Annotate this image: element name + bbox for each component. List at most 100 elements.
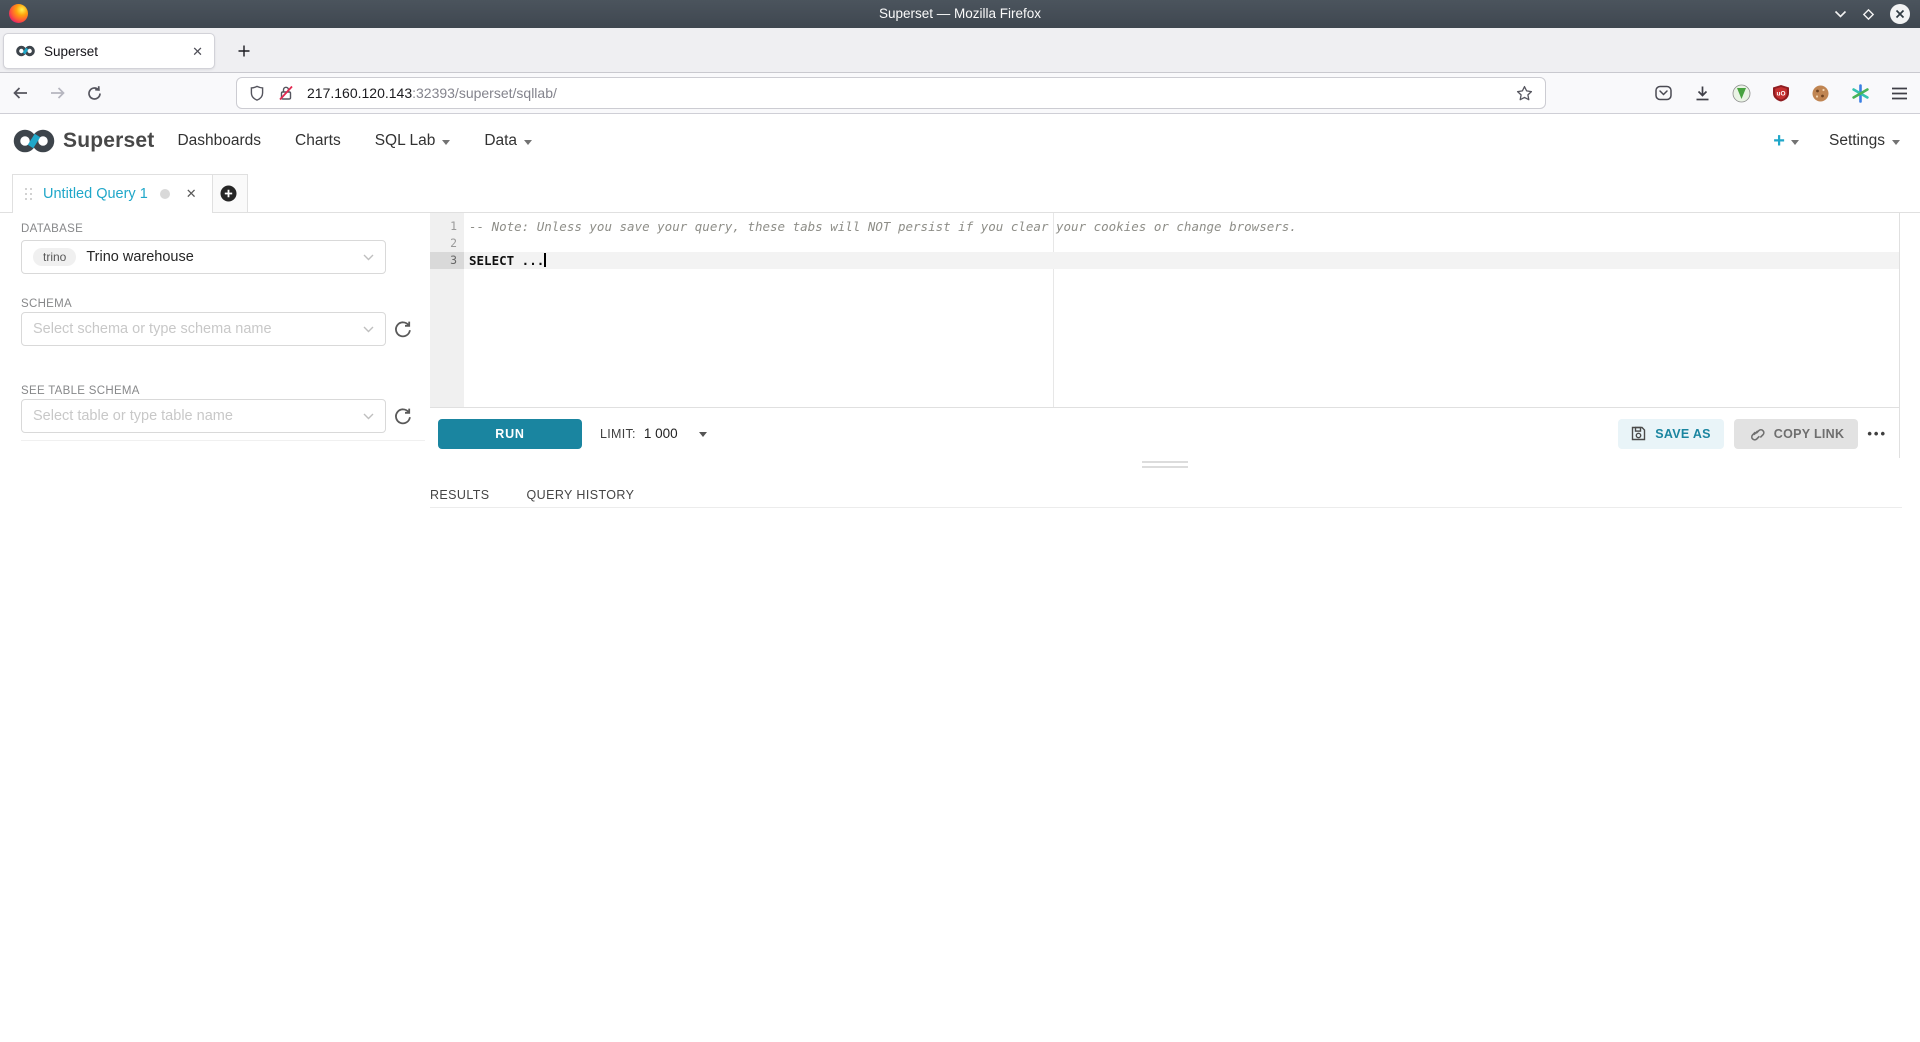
browser-tab-superset[interactable]: Superset ✕ xyxy=(3,33,215,69)
tab-results[interactable]: RESULTS xyxy=(430,488,490,507)
more-options-button[interactable]: ••• xyxy=(1867,426,1887,441)
url-text[interactable]: 217.160.120.143:32393/superset/sqllab/ xyxy=(307,85,1516,101)
save-icon xyxy=(1631,426,1646,441)
table-schema-label: SEE TABLE SCHEMA xyxy=(21,385,140,397)
query-tab-close-icon[interactable]: ✕ xyxy=(186,186,197,202)
sql-code-rest: ... xyxy=(514,253,544,268)
schema-label: SCHEMA xyxy=(21,298,72,310)
shield-icon[interactable] xyxy=(249,85,265,101)
window-titlebar: Superset — Mozilla Firefox xyxy=(0,0,1920,28)
line-number: 1 xyxy=(430,218,464,235)
table-select[interactable]: Select table or type table name xyxy=(21,399,386,433)
tab-close-icon[interactable]: ✕ xyxy=(192,45,203,58)
link-icon xyxy=(1748,425,1765,442)
limit-label: LIMIT: xyxy=(600,427,636,441)
editor-code[interactable]: -- Note: Unless you save your query, the… xyxy=(464,218,1899,269)
save-as-button[interactable]: SAVE AS xyxy=(1618,419,1724,449)
drag-handle-icon[interactable] xyxy=(25,188,33,201)
forward-icon[interactable] xyxy=(49,85,66,101)
nav-item-label: Data xyxy=(484,132,517,150)
url-bar[interactable]: 217.160.120.143:32393/superset/sqllab/ xyxy=(236,77,1546,109)
superset-logo-icon xyxy=(12,128,56,154)
settings-menu-button[interactable]: Settings xyxy=(1829,132,1900,150)
copy-link-label: COPY LINK xyxy=(1774,427,1845,441)
caret-down-icon xyxy=(1791,140,1799,145)
browser-toolbar: 217.160.120.143:32393/superset/sqllab/ xyxy=(0,73,1920,114)
extension-colorful-asterisk-icon[interactable] xyxy=(1851,84,1870,103)
nav-item-label: Dashboards xyxy=(177,132,261,150)
line-number: 2 xyxy=(430,235,464,252)
svg-text:uO: uO xyxy=(1776,91,1785,98)
back-icon[interactable] xyxy=(12,85,29,101)
download-icon[interactable] xyxy=(1694,85,1711,102)
pane-resizer-handle[interactable] xyxy=(430,461,1900,468)
sql-active-line: SELECT ... xyxy=(464,252,1899,269)
close-icon[interactable] xyxy=(1890,4,1910,24)
brand-title: Superset xyxy=(63,129,154,153)
caret-down-icon xyxy=(699,432,707,437)
plus-icon: + xyxy=(1773,131,1785,151)
south-pane-tabs: RESULTS QUERY HISTORY xyxy=(430,478,1902,508)
superset-nav-right: + Settings xyxy=(1773,114,1900,168)
superset-favicon-icon xyxy=(15,45,36,57)
nav-item-sql-lab[interactable]: SQL Lab xyxy=(358,114,468,168)
sql-blank-line xyxy=(464,235,1899,252)
insecure-lock-icon[interactable] xyxy=(278,85,294,101)
nav-item-charts[interactable]: Charts xyxy=(278,114,358,168)
add-circle-icon xyxy=(220,185,237,202)
superset-brand[interactable]: Superset xyxy=(12,128,154,154)
limit-value: 1 000 xyxy=(644,426,678,441)
chevron-down-icon xyxy=(363,326,374,333)
superset-navbar: Superset Dashboards Charts SQL Lab Data … xyxy=(0,114,1920,168)
pocket-icon[interactable] xyxy=(1654,84,1673,102)
unsaved-dot-icon xyxy=(160,189,170,199)
copy-link-button[interactable]: COPY LINK xyxy=(1734,419,1859,449)
schema-select[interactable]: Select schema or type schema name xyxy=(21,312,386,346)
settings-label: Settings xyxy=(1829,132,1885,150)
schema-placeholder: Select schema or type schema name xyxy=(33,321,272,337)
query-tabstrip: Untitled Query 1 ✕ xyxy=(0,168,1920,213)
sidebar-divider xyxy=(21,440,425,441)
sql-editor[interactable]: 1 2 3 -- Note: Unless you save your quer… xyxy=(430,213,1899,408)
refresh-table-icon[interactable] xyxy=(393,406,413,426)
chevron-down-icon xyxy=(363,413,374,420)
limit-dropdown[interactable]: LIMIT: 1 000 xyxy=(600,426,707,441)
caret-down-icon xyxy=(1892,140,1900,145)
add-query-tab-button[interactable] xyxy=(208,174,248,212)
window-title: Superset — Mozilla Firefox xyxy=(0,0,1920,28)
reload-icon[interactable] xyxy=(86,85,103,102)
menu-icon[interactable] xyxy=(1891,87,1908,100)
new-tab-button[interactable] xyxy=(233,40,255,62)
refresh-schema-icon[interactable] xyxy=(393,319,413,339)
nav-item-dashboards[interactable]: Dashboards xyxy=(160,114,278,168)
caret-down-icon xyxy=(442,140,450,145)
plus-icon xyxy=(237,44,251,58)
url-path: :32393/superset/sqllab/ xyxy=(412,85,557,101)
browser-tabstrip: Superset ✕ xyxy=(0,28,1920,73)
editor-toolbar: RUN LIMIT: 1 000 SAVE AS xyxy=(430,409,1899,458)
chevron-down-icon xyxy=(363,254,374,261)
line-number-active: 3 xyxy=(430,252,464,269)
bookmark-star-icon[interactable] xyxy=(1516,85,1533,102)
extension-privacy-badger-icon[interactable] xyxy=(1732,84,1751,103)
query-tab-active[interactable]: Untitled Query 1 ✕ xyxy=(12,174,213,213)
nav-item-label: SQL Lab xyxy=(375,132,436,150)
run-button[interactable]: RUN xyxy=(438,419,582,449)
browser-window: Superset — Mozilla Firefox Superset ✕ xyxy=(0,0,1920,1042)
sql-editor-panel: 1 2 3 -- Note: Unless you save your quer… xyxy=(430,213,1900,458)
database-select[interactable]: trino Trino warehouse xyxy=(21,240,386,274)
database-label: DATABASE xyxy=(21,223,83,235)
extension-ublock-icon[interactable]: uO xyxy=(1772,84,1790,102)
tab-query-history[interactable]: QUERY HISTORY xyxy=(527,488,635,507)
table-placeholder: Select table or type table name xyxy=(33,408,233,424)
add-menu-button[interactable]: + xyxy=(1773,131,1799,151)
minimize-icon[interactable] xyxy=(1834,9,1847,19)
nav-item-data[interactable]: Data xyxy=(467,114,549,168)
database-value: Trino warehouse xyxy=(86,249,193,265)
browser-nav-buttons xyxy=(12,73,103,113)
text-cursor xyxy=(544,253,546,267)
extension-cookie-icon[interactable] xyxy=(1811,84,1830,103)
maximize-icon[interactable] xyxy=(1862,8,1875,21)
editor-gutter: 1 2 3 xyxy=(430,213,464,407)
nav-item-label: Charts xyxy=(295,132,341,150)
